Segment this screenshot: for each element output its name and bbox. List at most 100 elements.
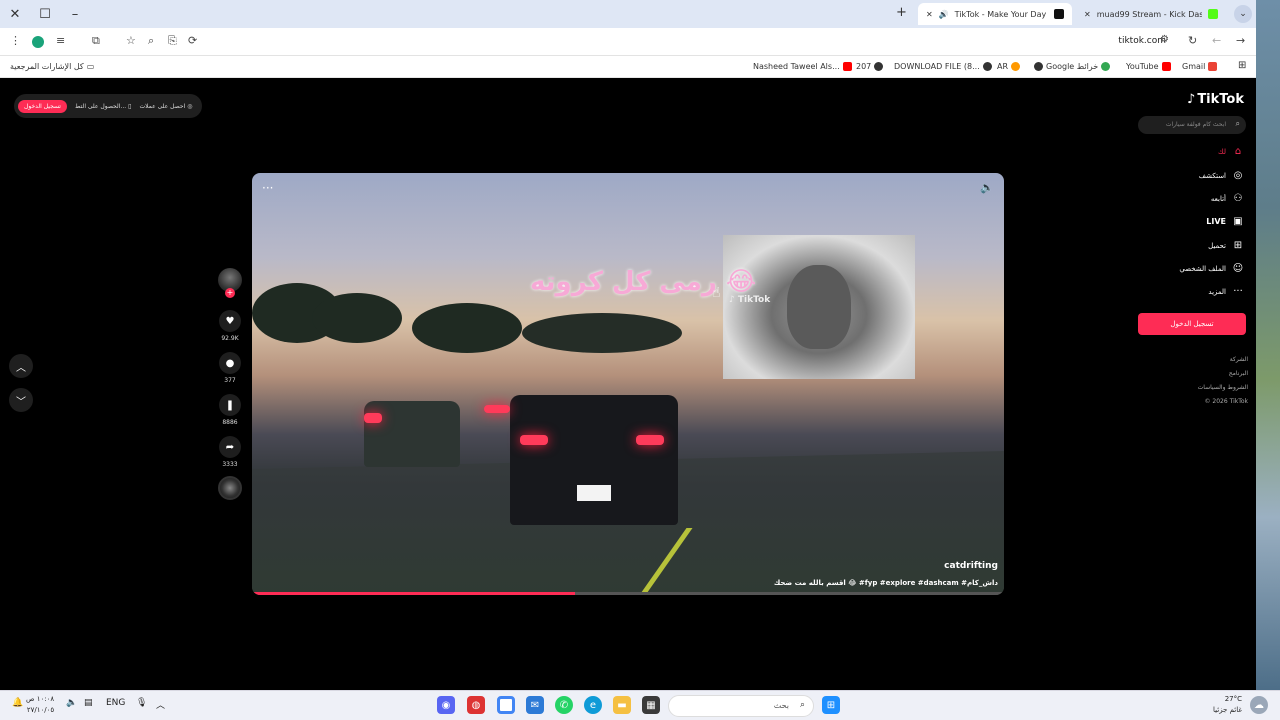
network-icon[interactable]: ▤ xyxy=(84,698,93,708)
get-app-button[interactable]: الحصول على التط... xyxy=(75,103,126,110)
apps-grid-icon[interactable]: ⊞ xyxy=(1238,60,1246,71)
sidebar-login-button[interactable]: تسجيل الدخول xyxy=(1138,313,1246,335)
top-login-button[interactable]: تسجيل الدخول xyxy=(18,99,67,113)
treeline xyxy=(522,313,682,353)
screen: ✕ ☐ – + ✕ 🔊 TikTok - Make Your Day ✕ mua… xyxy=(0,0,1280,720)
bookmark-ar[interactable]: AR xyxy=(997,62,1021,71)
globe-icon xyxy=(1034,62,1043,71)
tab-close-icon[interactable]: ✕ xyxy=(926,10,933,19)
like-count: 92.9K xyxy=(221,335,239,342)
tail-light xyxy=(484,405,510,413)
bookmark-label: DOWNLOAD FILE (8... xyxy=(894,62,980,71)
comment-action[interactable]: ● 377 xyxy=(218,352,242,384)
bookmark-youtube[interactable]: YouTube xyxy=(1126,62,1171,71)
nav-explore[interactable]: استكشف ◎ xyxy=(1199,170,1244,181)
extensions-icon[interactable]: ⧉ xyxy=(92,34,100,48)
tab-close-icon[interactable]: ✕ xyxy=(1084,10,1091,19)
sound-disc[interactable] xyxy=(218,476,242,500)
chat-app-icon[interactable]: ✉ xyxy=(526,696,544,714)
chrome-icon[interactable] xyxy=(497,696,515,714)
address-bar[interactable]: ☆ ⌕ ⎘ ⟳ tiktok.com xyxy=(120,31,1180,53)
nav-for-you[interactable]: لك ⌂ xyxy=(1218,146,1244,157)
tab-kick[interactable]: ✕ muad99 Stream - Kick Dashboard xyxy=(1076,3,1226,25)
install-app-icon[interactable]: ⎘ xyxy=(168,34,177,48)
close-window-icon[interactable]: ✕ xyxy=(0,0,30,28)
bookmark-gmail[interactable]: Gmail xyxy=(1182,62,1218,71)
like-action[interactable]: ♥ 92.9K xyxy=(218,310,242,342)
nav-more[interactable]: المزيد ··· xyxy=(1208,286,1244,297)
bookmark-nasheed[interactable]: Nasheed Taweel Als... xyxy=(753,62,852,71)
edge-icon[interactable]: e xyxy=(584,696,602,714)
discord-icon[interactable]: ◉ xyxy=(437,696,455,714)
previous-video-button[interactable]: ︿ xyxy=(9,354,33,378)
bookmark-maps[interactable]: Google خرائط xyxy=(1034,62,1111,71)
taskbar-search-input[interactable]: بحث ⌕ xyxy=(668,695,814,717)
start-windows-icon[interactable]: ⊞ xyxy=(822,696,840,714)
footer-company-link[interactable]: الشركة xyxy=(1230,356,1248,363)
tab-search-chevron-icon[interactable]: ⌄ xyxy=(1234,5,1252,23)
obs-icon[interactable]: ◍ xyxy=(467,696,485,714)
car-center xyxy=(510,395,678,525)
bookmark-207[interactable]: 207 xyxy=(856,62,884,71)
nav-following[interactable]: أتابعه ⚇ xyxy=(1211,193,1244,204)
next-video-button[interactable]: ﹀ xyxy=(9,388,33,412)
tab-audio-icon[interactable]: 🔊 xyxy=(939,10,949,19)
profile-avatar-icon[interactable] xyxy=(32,36,44,48)
minimize-window-icon[interactable]: – xyxy=(60,0,90,28)
save-action[interactable]: ❚ 8886 xyxy=(218,394,242,426)
follow-plus-icon[interactable]: + xyxy=(225,288,235,298)
nav-live[interactable]: LIVE ▣ xyxy=(1206,216,1244,227)
maximize-window-icon[interactable]: ☐ xyxy=(30,0,60,28)
language-indicator[interactable]: ENG xyxy=(106,698,125,708)
site-settings-icon[interactable]: ⚙ xyxy=(1160,34,1169,45)
microphone-icon[interactable]: 🎙 xyxy=(136,698,147,708)
bookmark-icon[interactable]: ❚ xyxy=(219,394,241,416)
bookmark-star-icon[interactable]: ☆ xyxy=(126,34,136,47)
video-more-icon[interactable]: ··· xyxy=(262,181,273,195)
footer-program-link[interactable]: البرنامج xyxy=(1229,370,1248,377)
heart-icon[interactable]: ♥ xyxy=(219,310,241,332)
bookmark-download[interactable]: DOWNLOAD FILE (8... xyxy=(894,62,992,71)
weather-desc: غائم جزئيا xyxy=(1213,706,1243,714)
get-coins-button[interactable]: احصل على عملات xyxy=(139,103,185,110)
volume-icon[interactable]: 🔈 xyxy=(66,698,77,708)
url-text[interactable]: tiktok.com xyxy=(1118,36,1166,46)
tail-light xyxy=(636,435,664,445)
video-progress-bar[interactable] xyxy=(252,592,1004,595)
tiktok-logo[interactable]: ♪ TikTok xyxy=(1187,92,1244,107)
comment-icon[interactable]: ● xyxy=(219,352,241,374)
tray-chevron-icon[interactable]: ︿ xyxy=(156,698,165,711)
notification-bell-icon[interactable]: 🔔 xyxy=(12,698,23,708)
share-icon[interactable]: ➦ xyxy=(219,436,241,458)
browser-toolbar: ⋮ ≡ ⧉ ☆ ⌕ ⎘ ⟳ tiktok.com ⚙ ↻ ← → xyxy=(0,28,1256,56)
back-icon[interactable]: → xyxy=(1236,34,1245,47)
search-icon: ⌕ xyxy=(799,700,805,710)
zoom-icon[interactable]: ⌕ xyxy=(148,34,154,48)
search-icon[interactable]: ⌕ xyxy=(1236,119,1240,129)
system-clock[interactable]: ١٠:٠٨ ص ٢٧/١٠/٠٥ xyxy=(26,694,54,716)
video-username[interactable]: catdrifting xyxy=(944,561,998,571)
all-bookmarks-folder[interactable]: كل الإشارات المرجعية ▭ xyxy=(10,62,94,71)
palm-tree xyxy=(312,293,402,343)
clock-date: ٢٧/١٠/٠٥ xyxy=(26,706,55,714)
cast-icon[interactable]: ⟳ xyxy=(188,34,197,47)
footer-terms-link[interactable]: الشروط والسياسات xyxy=(1198,384,1248,391)
whatsapp-icon[interactable]: ✆ xyxy=(555,696,573,714)
reload-icon[interactable]: ↻ xyxy=(1188,34,1197,47)
reading-list-icon[interactable]: ≡ xyxy=(56,34,65,47)
menu-kebab-icon[interactable]: ⋮ xyxy=(10,34,21,47)
store-icon[interactable]: ▦ xyxy=(642,696,660,714)
file-explorer-icon[interactable]: ▬ xyxy=(613,696,631,714)
tab-tiktok[interactable]: ✕ 🔊 TikTok - Make Your Day xyxy=(918,3,1072,25)
new-tab-icon[interactable]: + xyxy=(896,5,907,20)
video-player[interactable]: ♪ TikTok رمى كل كروته 😂 ··· 🔈 ☝ catdrift… xyxy=(252,173,1004,595)
nav-upload[interactable]: تحميل ⊞ xyxy=(1208,240,1244,251)
share-action[interactable]: ➦ 3333 xyxy=(218,436,242,468)
volume-icon[interactable]: 🔈 xyxy=(980,181,994,194)
nav-label: LIVE xyxy=(1206,217,1226,226)
forward-icon[interactable]: ← xyxy=(1212,34,1221,47)
nav-profile[interactable]: الملف الشخصي ☺ xyxy=(1179,263,1244,274)
bookmark-label: Nasheed Taweel Als... xyxy=(753,62,840,71)
weather-widget[interactable]: 27°C غائم جزئيا xyxy=(1213,694,1242,716)
search-input[interactable]: ابحث كام فولفة سيارات ⌕ xyxy=(1138,116,1246,134)
